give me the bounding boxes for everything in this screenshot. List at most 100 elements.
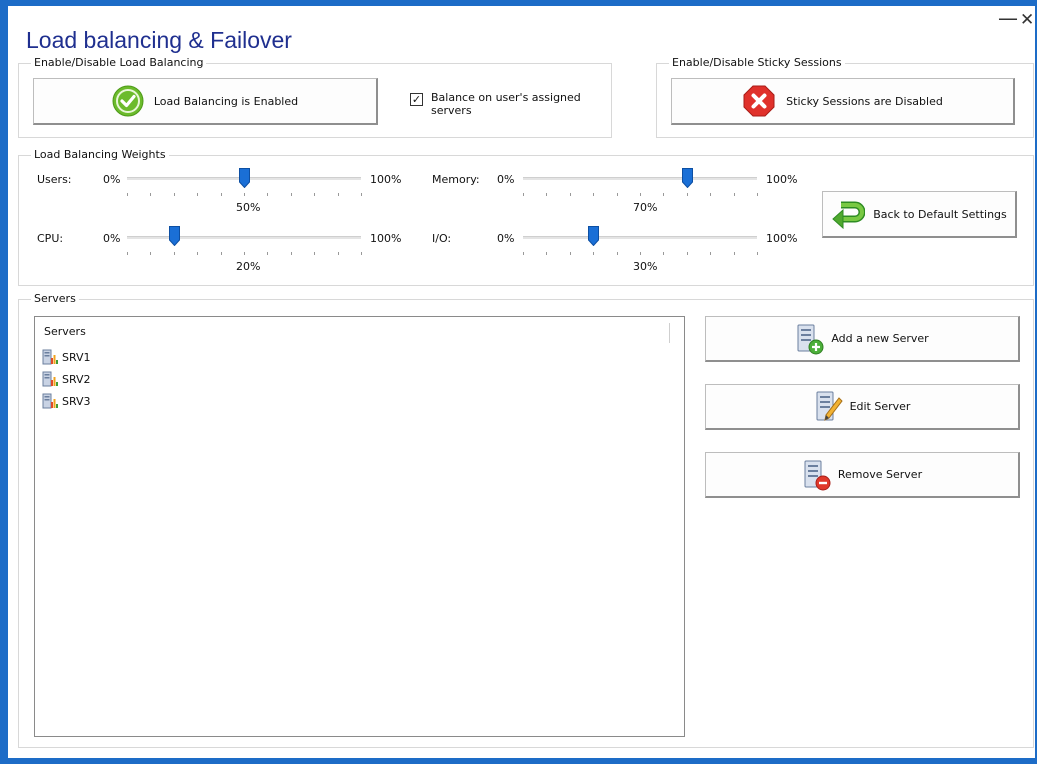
balance-assigned-label: Balance on user's assigned servers bbox=[431, 91, 581, 117]
slider-memory-label: Memory: bbox=[432, 173, 480, 186]
default-settings-button[interactable]: Back to Default Settings bbox=[822, 191, 1017, 238]
slider-users-thumb[interactable] bbox=[239, 168, 250, 189]
remove-server-button[interactable]: Remove Server bbox=[705, 452, 1020, 498]
slider-cpu-track[interactable] bbox=[127, 236, 361, 239]
slider-tick bbox=[337, 193, 339, 196]
slider-tick bbox=[197, 252, 199, 255]
slider-memory-thumb[interactable] bbox=[681, 168, 693, 189]
server-icon bbox=[42, 371, 58, 387]
sticky-sessions-group-label: Enable/Disable Sticky Sessions bbox=[669, 56, 845, 69]
balance-assigned-label-line1: Balance on user's assigned bbox=[431, 91, 581, 104]
slider-tick bbox=[569, 193, 571, 196]
list-item-srv1[interactable]: SRV1 bbox=[42, 349, 91, 365]
balance-assigned-label-line2: servers bbox=[431, 104, 472, 117]
slider-cpu-max: 100% bbox=[370, 232, 402, 245]
slider-cpu-thumb[interactable] bbox=[168, 226, 180, 247]
load-balancing-toggle-button[interactable]: Load Balancing is Enabled bbox=[33, 78, 378, 125]
slider-tick bbox=[593, 252, 595, 255]
stop-x-icon bbox=[742, 84, 776, 118]
slider-tick bbox=[733, 252, 735, 255]
slider-tick bbox=[361, 193, 362, 196]
slider-tick bbox=[173, 193, 175, 196]
server-icon bbox=[42, 393, 58, 409]
remove-server-icon bbox=[802, 459, 832, 491]
slider-tick bbox=[267, 193, 269, 196]
slider-io-thumb[interactable] bbox=[588, 226, 600, 247]
slider-tick bbox=[757, 252, 758, 255]
add-server-icon bbox=[795, 323, 825, 355]
slider-tick bbox=[267, 252, 269, 255]
list-item-srv3[interactable]: SRV3 bbox=[42, 393, 91, 409]
slider-tick bbox=[150, 193, 152, 196]
edit-server-icon bbox=[814, 390, 844, 424]
slider-tick bbox=[314, 193, 316, 196]
server-icon bbox=[42, 349, 58, 365]
slider-io-min: 0% bbox=[497, 232, 515, 245]
add-server-button[interactable]: Add a new Server bbox=[705, 316, 1020, 362]
servers-list[interactable]: Servers SRV1 SRV2 SRV3 bbox=[34, 316, 685, 737]
slider-memory-track[interactable] bbox=[523, 177, 757, 180]
list-item-label: SRV1 bbox=[62, 350, 91, 364]
slider-tick bbox=[686, 193, 688, 196]
slider-tick bbox=[757, 193, 758, 196]
check-circle-icon bbox=[112, 85, 144, 117]
slider-tick bbox=[710, 193, 712, 196]
weights-group-label: Load Balancing Weights bbox=[31, 148, 169, 161]
slider-tick bbox=[314, 252, 316, 255]
list-column-separator bbox=[669, 323, 670, 343]
slider-tick bbox=[663, 252, 665, 255]
slider-io-label: I/O: bbox=[432, 232, 452, 245]
slider-tick bbox=[337, 252, 339, 255]
slider-tick bbox=[546, 252, 548, 255]
slider-tick bbox=[173, 252, 175, 255]
minimize-button[interactable]: — bbox=[998, 8, 1018, 28]
slider-io-track[interactable] bbox=[523, 236, 757, 239]
slider-io-value: 30% bbox=[633, 260, 658, 273]
balance-assigned-checkbox[interactable]: ✓ bbox=[410, 93, 423, 106]
slider-users-value: 50% bbox=[236, 201, 261, 214]
load-balancing-button-label: Load Balancing is Enabled bbox=[153, 94, 299, 108]
slider-tick bbox=[220, 252, 222, 255]
slider-tick bbox=[523, 252, 524, 255]
slider-tick bbox=[733, 193, 735, 196]
slider-users-ticks bbox=[127, 193, 362, 196]
servers-group-label: Servers bbox=[31, 292, 79, 305]
slider-memory-ticks bbox=[523, 193, 758, 196]
slider-tick bbox=[593, 193, 595, 196]
slider-io-max: 100% bbox=[766, 232, 798, 245]
slider-users-max: 100% bbox=[370, 173, 402, 186]
slider-tick bbox=[290, 252, 292, 255]
slider-io-ticks bbox=[523, 252, 758, 255]
list-item-srv2[interactable]: SRV2 bbox=[42, 371, 91, 387]
slider-cpu-min: 0% bbox=[103, 232, 121, 245]
slider-cpu-ticks bbox=[127, 252, 362, 255]
slider-tick bbox=[546, 193, 548, 196]
slider-memory-value: 70% bbox=[633, 201, 658, 214]
window-title: Load balancing & Failover bbox=[26, 27, 292, 53]
slider-tick bbox=[220, 193, 222, 196]
slider-cpu-label: CPU: bbox=[37, 232, 64, 245]
sticky-sessions-toggle-button[interactable]: Sticky Sessions are Disabled bbox=[671, 78, 1015, 125]
return-arrow-icon bbox=[831, 199, 866, 229]
slider-tick bbox=[523, 193, 524, 196]
slider-tick bbox=[710, 252, 712, 255]
remove-server-label: Remove Server bbox=[837, 468, 923, 481]
close-button[interactable]: ✕ bbox=[1020, 10, 1034, 30]
edit-server-button[interactable]: Edit Server bbox=[705, 384, 1020, 430]
list-item-label: SRV3 bbox=[62, 394, 91, 408]
add-server-label: Add a new Server bbox=[831, 332, 929, 345]
slider-tick bbox=[127, 193, 128, 196]
servers-list-header: Servers bbox=[44, 325, 86, 338]
slider-tick bbox=[361, 252, 362, 255]
slider-memory-min: 0% bbox=[497, 173, 515, 186]
slider-users-min: 0% bbox=[103, 173, 121, 186]
slider-tick bbox=[686, 252, 688, 255]
default-settings-label: Back to Default Settings bbox=[873, 207, 1007, 221]
slider-tick bbox=[244, 252, 245, 255]
slider-tick bbox=[150, 252, 152, 255]
slider-tick bbox=[616, 252, 618, 255]
slider-tick bbox=[640, 252, 641, 255]
slider-tick bbox=[127, 252, 128, 255]
list-item-label: SRV2 bbox=[62, 372, 91, 386]
edit-server-label: Edit Server bbox=[849, 400, 911, 413]
